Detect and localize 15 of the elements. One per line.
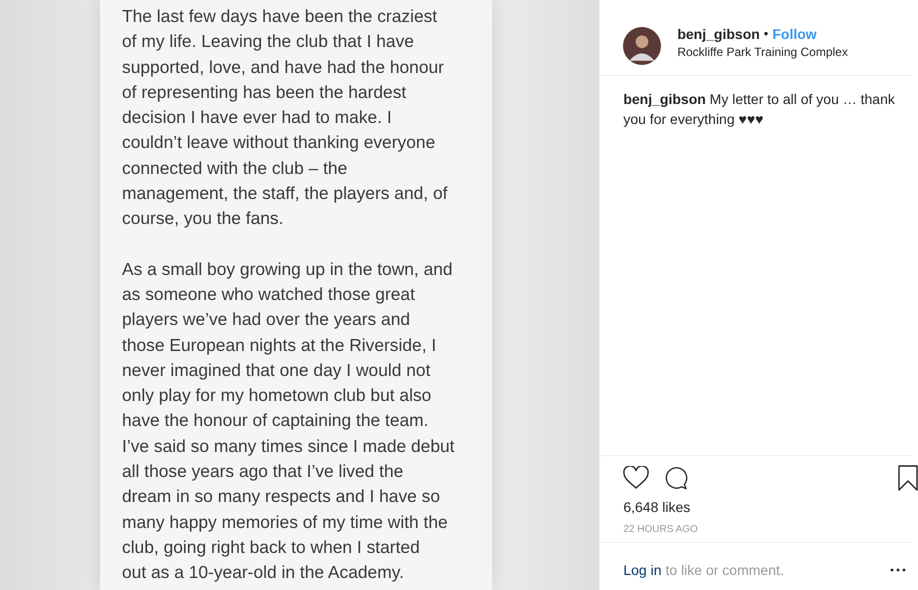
comment-prompt: to like or comment. xyxy=(666,562,784,578)
location-link[interactable]: Rockliffe Park Training Complex xyxy=(677,44,848,58)
caption-text: benj_gibson My letter to all of you … thank you for everything ♥♥♥ xyxy=(623,90,896,129)
username-link[interactable]: benj_gibson xyxy=(677,26,760,42)
avatar-icon[interactable] xyxy=(623,27,662,65)
likes-count[interactable]: 6,648 likes xyxy=(623,499,912,515)
bookmark-icon[interactable] xyxy=(898,465,918,491)
login-link[interactable]: Log in xyxy=(623,562,662,578)
letter-paragraph: The last few days have been the craziest of my life. Leaving the club that I have supported, love, and have had the honour of representing has been the hardest decision I have ever had to make. I couldn’t leave without thanking everyone connected with the club – the management, the staff, the players and, of course, you the fans. xyxy=(122,5,448,230)
separator-dot: • xyxy=(764,26,768,41)
letter-paragraph: As a small boy growing up in the town, and as someone who watched those great players we’ve had over the years and those European nights at the Riverside, I never imagined that one day I would not only play for my hometown club but also have the honour of captaining the team. I’ve said so many times since I made debut all those years ago that I’ve lived the dream in so many respects and I have so many happy memories of my time with the club, going right back to when I started out as a 10-year-old in the Academy. xyxy=(122,258,456,584)
post-time: 22 HOURS AGO xyxy=(623,524,699,537)
heart-icon[interactable] xyxy=(623,466,650,490)
comment-icon[interactable] xyxy=(663,466,690,490)
more-options-icon[interactable] xyxy=(890,568,906,572)
